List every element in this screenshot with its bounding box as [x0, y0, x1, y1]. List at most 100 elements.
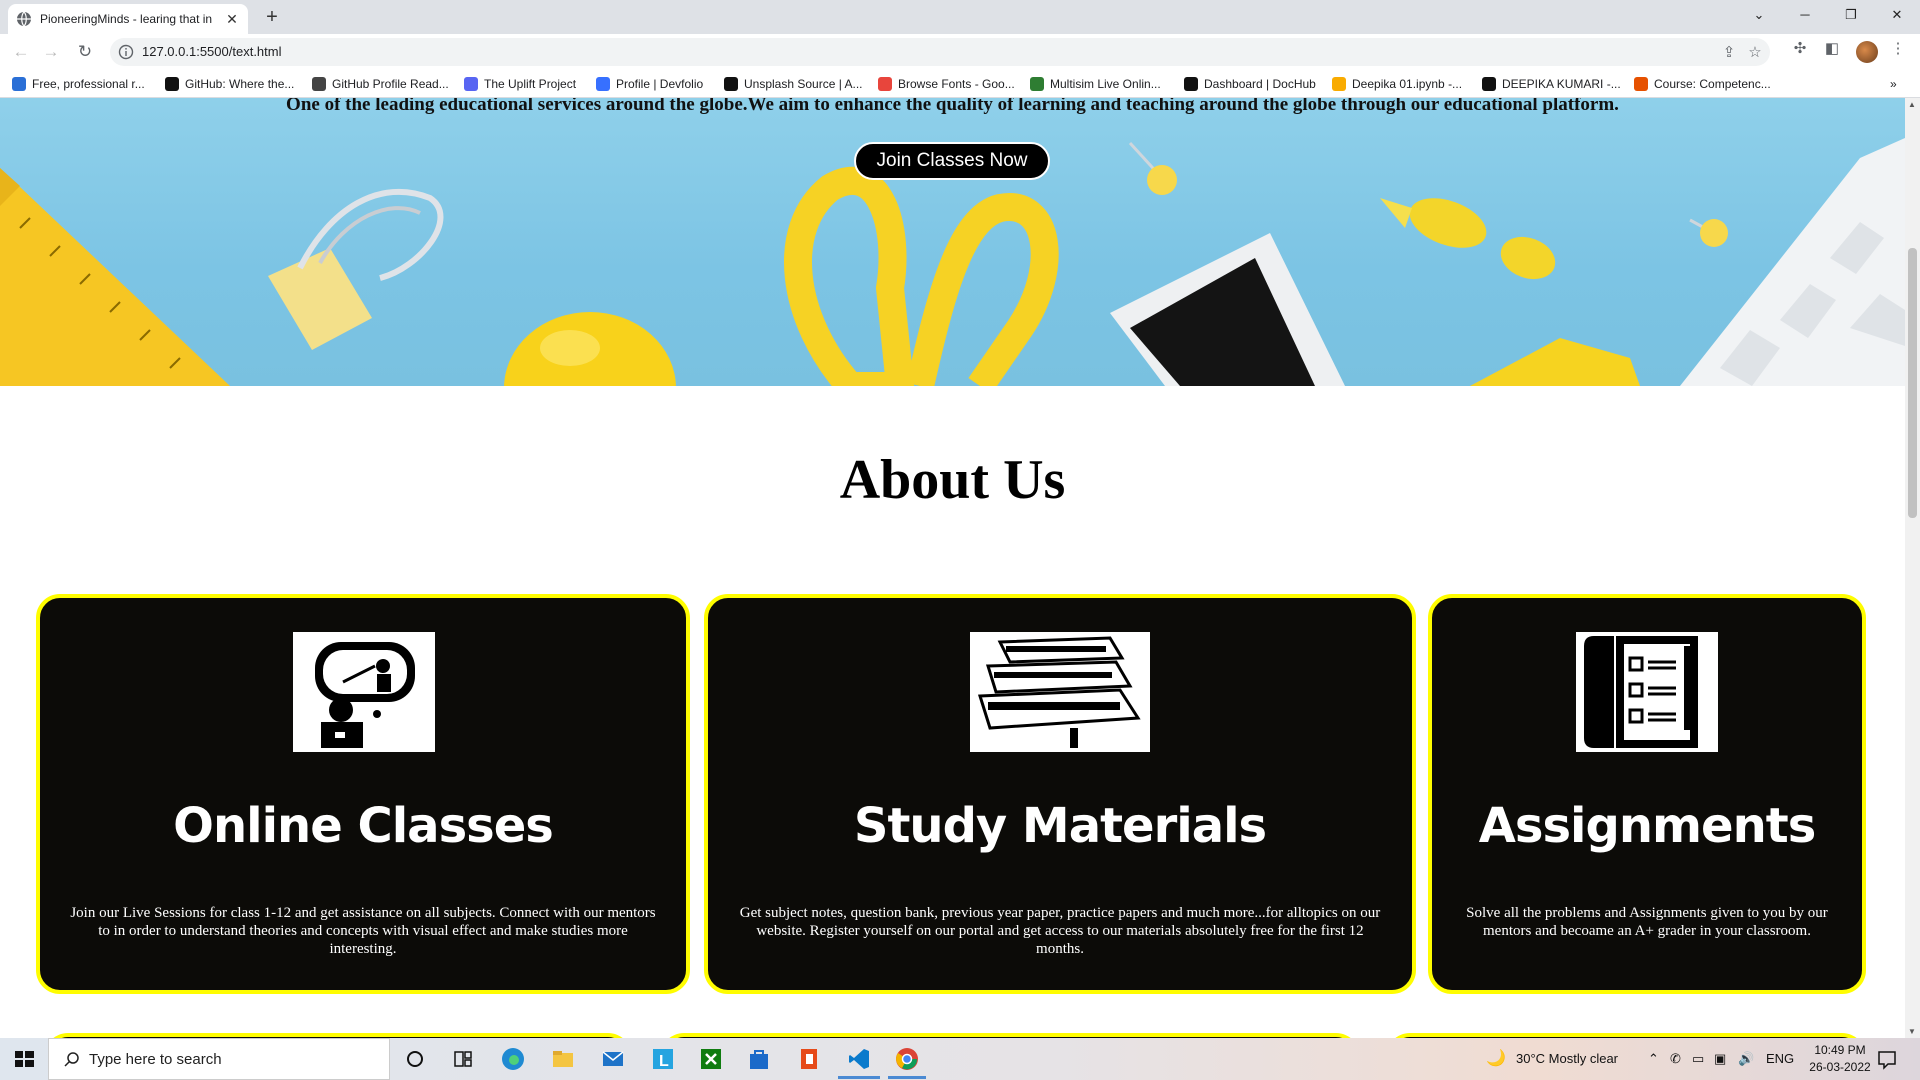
bookmark-item[interactable]: The Uplift Project [464, 75, 576, 93]
browser-tab[interactable]: PioneeringMinds - learing that in ✕ [8, 4, 248, 34]
new-tab-button[interactable]: + [260, 6, 284, 30]
bookmark-star-icon[interactable]: ☆ [1746, 44, 1764, 62]
tab-search-icon[interactable]: ⌄ [1736, 0, 1782, 30]
bookmark-item[interactable]: DEEPIKA KUMARI -... [1482, 75, 1621, 93]
windows-start-icon[interactable] [0, 1038, 48, 1080]
bookmark-label: Browse Fonts - Goo... [898, 77, 1015, 91]
bookmark-label: Multisim Live Onlin... [1050, 77, 1161, 91]
bookmark-label: GitHub Profile Read... [332, 77, 449, 91]
card-text: Solve all the problems and Assignments g… [1466, 905, 1828, 939]
bookmark-item[interactable]: Free, professional r... [12, 75, 145, 93]
tray-chevron-icon[interactable]: ⌃ [1648, 1038, 1659, 1080]
books-stack-icon [970, 632, 1150, 752]
bookmark-item[interactable]: Browse Fonts - Goo... [878, 75, 1015, 93]
vscode-icon[interactable] [846, 1046, 872, 1072]
chrome-icon[interactable] [894, 1046, 920, 1072]
join-classes-button[interactable]: Join Classes Now [854, 142, 1050, 180]
l-app-icon[interactable]: L [650, 1046, 676, 1072]
card-text: Get subject notes, question bank, previo… [739, 905, 1381, 957]
bookmark-favicon-icon [1030, 77, 1044, 91]
search-placeholder: Type here to search [89, 1051, 222, 1068]
bookmark-label: Free, professional r... [32, 77, 145, 91]
close-window-button[interactable]: ✕ [1874, 0, 1920, 30]
tab-close-icon[interactable]: ✕ [224, 11, 240, 27]
mail-icon[interactable] [600, 1046, 626, 1072]
volume-icon[interactable]: 🔊 [1738, 1038, 1754, 1080]
search-icon [64, 1052, 79, 1067]
extensions-icon[interactable]: ✣ [1790, 39, 1810, 59]
minimize-button[interactable]: ─ [1782, 0, 1828, 30]
taskbar-search[interactable]: Type here to search [48, 1038, 390, 1080]
reload-icon[interactable]: ↻ [72, 39, 98, 65]
about-title: About Us [839, 449, 1066, 511]
bookmark-label: Course: Competenc... [1654, 77, 1771, 91]
menu-dots-icon[interactable]: ⋮ [1888, 39, 1908, 59]
scrollbar-thumb[interactable] [1908, 248, 1917, 518]
bookmark-favicon-icon [1634, 77, 1648, 91]
cortana-icon[interactable] [402, 1046, 428, 1072]
active-app-indicator [838, 1076, 880, 1079]
bookmark-label: Unsplash Source | A... [744, 77, 863, 91]
bookmark-label: Profile | Devfolio [616, 77, 704, 91]
bookmark-favicon-icon [596, 77, 610, 91]
network-icon[interactable]: ✆ [1670, 1038, 1681, 1080]
bookmark-item[interactable]: Course: Competenc... [1634, 75, 1771, 93]
globe-icon [17, 11, 31, 27]
weather-text[interactable]: 30°C Mostly clear [1516, 1038, 1618, 1080]
bookmark-favicon-icon [312, 77, 326, 91]
forward-arrow-icon[interactable]: → [38, 39, 64, 65]
tab-title: PioneeringMinds - learing that in [40, 12, 213, 26]
hero-tagline: One of the leading educational services … [286, 98, 1619, 115]
card-title: Study Materials [853, 798, 1267, 854]
bookmark-item[interactable]: Profile | Devfolio [596, 75, 703, 93]
more-bookmarks-icon[interactable]: » [1890, 75, 1897, 93]
browser-toolbar: ← → ↻ 127.0.0.1:5500/text.html ⇪ ☆ ✣ ◧ ⋮ [0, 34, 1920, 70]
xbox-icon[interactable] [698, 1046, 724, 1072]
language-indicator[interactable]: ENG [1766, 1038, 1794, 1080]
back-arrow-icon[interactable]: ← [8, 39, 34, 65]
active-app-indicator [888, 1076, 926, 1079]
bookmark-favicon-icon [724, 77, 738, 91]
page-scrollbar[interactable]: ▲ ▼ [1905, 98, 1920, 1038]
url-text[interactable]: 127.0.0.1:5500/text.html [142, 38, 281, 66]
office-icon[interactable] [796, 1046, 822, 1072]
svg-text:L: L [659, 1053, 669, 1070]
clock-date: 26-03-2022 [1809, 1060, 1871, 1074]
bookmark-label: GitHub: Where the... [185, 77, 295, 91]
bookmark-item[interactable]: Multisim Live Onlin... [1030, 75, 1161, 93]
bookmark-label: The Uplift Project [484, 77, 577, 91]
card-title: Online Classes [173, 798, 554, 854]
clock[interactable]: 10:49 PM 26-03-2022 [1800, 1042, 1880, 1076]
battery-icon[interactable]: ▭ [1692, 1038, 1704, 1080]
bookmark-favicon-icon [464, 77, 478, 91]
hero-banner: One of the leading educational services … [0, 98, 1905, 386]
edge-icon[interactable] [500, 1046, 526, 1072]
file-explorer-icon[interactable] [550, 1046, 576, 1072]
bookmark-favicon-icon [1332, 77, 1346, 91]
card-online-classes: Online Classes Join our Live Sessions fo… [36, 594, 690, 994]
side-panel-icon[interactable]: ◧ [1822, 39, 1842, 59]
profile-avatar[interactable] [1856, 41, 1878, 63]
bookmark-label: Dashboard | DocHub [1204, 77, 1316, 91]
card-assignments: Assignments Solve all the problems and A… [1428, 594, 1866, 994]
checklist-icon [1576, 632, 1718, 752]
weather-moon-icon: 🌙 [1486, 1050, 1506, 1067]
store-icon[interactable] [746, 1046, 772, 1072]
scroll-down-icon[interactable]: ▼ [1908, 1027, 1916, 1036]
bookmark-item[interactable]: Unsplash Source | A... [724, 75, 863, 93]
bookmark-item[interactable]: GitHub: Where the... [165, 75, 294, 93]
display-icon[interactable]: ▣ [1714, 1038, 1726, 1080]
clock-time: 10:49 PM [1814, 1043, 1866, 1057]
info-icon[interactable] [118, 44, 134, 60]
bookmark-item[interactable]: Deepika 01.ipynb -... [1332, 75, 1462, 93]
share-icon[interactable]: ⇪ [1720, 44, 1738, 62]
restore-button[interactable]: ❐ [1828, 0, 1874, 30]
bookmarks-bar: Free, professional r... GitHub: Where the… [0, 70, 1920, 98]
notifications-icon[interactable] [1874, 1046, 1900, 1072]
bookmark-item[interactable]: Dashboard | DocHub [1184, 75, 1316, 93]
task-view-icon[interactable] [450, 1046, 476, 1072]
bookmark-favicon-icon [12, 77, 26, 91]
scroll-up-icon[interactable]: ▲ [1908, 100, 1916, 109]
address-bar[interactable]: 127.0.0.1:5500/text.html ⇪ ☆ [110, 38, 1770, 66]
bookmark-item[interactable]: GitHub Profile Read... [312, 75, 449, 93]
